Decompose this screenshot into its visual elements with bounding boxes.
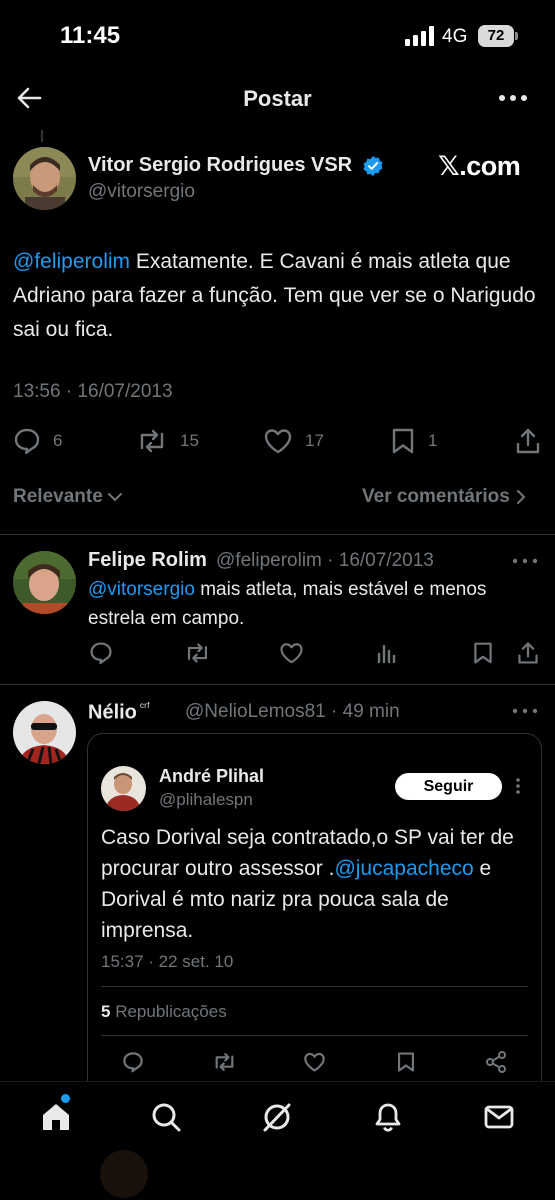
- messages-icon[interactable]: [483, 1101, 515, 1133]
- more-vertical-icon[interactable]: [515, 777, 521, 795]
- battery-icon: 72: [478, 25, 514, 47]
- heart-icon[interactable]: [303, 1051, 326, 1073]
- heart-icon: [263, 427, 293, 455]
- reply-count: 6: [53, 431, 63, 450]
- embedded-post-text: Caso Dorival seja contratado,o SP vai te…: [101, 822, 533, 946]
- reply-meta: @NelioLemos81 · 49 min: [185, 701, 400, 722]
- home-icon[interactable]: [40, 1101, 72, 1133]
- floating-avatar: [100, 1150, 148, 1198]
- more-options-icon[interactable]: [498, 86, 528, 110]
- author-superscript: ᶜʳᶠ: [139, 700, 150, 714]
- reply-author-name[interactable]: Felipe Rolim: [88, 549, 207, 572]
- more-options-icon[interactable]: [512, 706, 538, 716]
- verified-badge-icon: [362, 155, 384, 177]
- battery-tip: [515, 32, 518, 40]
- post-text: @feliperolim Exatamente. E Cavani é mais…: [13, 245, 543, 347]
- reply-text: @vitorsergio mais atleta, mais estável e…: [88, 575, 538, 633]
- bookmark-icon[interactable]: [396, 1051, 416, 1073]
- network-label: 4G: [442, 26, 468, 47]
- view-comments-label: Ver comentários: [362, 486, 510, 507]
- reply-author-name[interactable]: Nélio ᶜʳᶠ: [88, 700, 150, 725]
- search-icon[interactable]: [150, 1101, 182, 1133]
- reply-icon[interactable]: [89, 641, 113, 665]
- bookmark-icon[interactable]: [472, 641, 494, 665]
- grok-icon[interactable]: [261, 1101, 293, 1133]
- author-name[interactable]: Vitor Sergio Rodrigues VSR: [88, 154, 352, 177]
- notifications-icon[interactable]: [372, 1101, 404, 1133]
- chevron-down-icon: [107, 491, 123, 503]
- thread-connector: [41, 130, 43, 142]
- repost-icon[interactable]: [212, 1051, 237, 1073]
- post-timestamp: 13:56 · 16/07/2013: [13, 381, 173, 402]
- bookmark-button[interactable]: 1: [390, 427, 437, 455]
- view-comments-link[interactable]: Ver comentários: [362, 486, 526, 508]
- divider: [0, 684, 555, 685]
- page-title: Postar: [243, 86, 312, 111]
- reply-meta: @feliperolim · 16/07/2013: [216, 550, 434, 571]
- sort-dropdown[interactable]: Relevante: [13, 486, 123, 508]
- follow-button[interactable]: Seguir: [395, 773, 502, 800]
- sort-label: Relevante: [13, 486, 103, 507]
- avatar[interactable]: [13, 551, 76, 614]
- reply-button[interactable]: 6: [13, 427, 62, 455]
- author-handle[interactable]: @vitorsergio: [88, 181, 195, 203]
- embedded-author-name[interactable]: André Plihal: [159, 766, 264, 787]
- repost-stats-count: 5: [101, 1002, 111, 1021]
- repost-count: 15: [180, 431, 199, 450]
- divider: [101, 986, 528, 987]
- reply-author-name-text: Nélio: [88, 701, 137, 724]
- reply-icon[interactable]: [122, 1051, 144, 1073]
- source-logo: 𝕏.com: [438, 151, 521, 181]
- more-options-icon[interactable]: [512, 556, 538, 566]
- repost-button[interactable]: 15: [136, 427, 199, 455]
- avatar[interactable]: [13, 147, 76, 210]
- divider: [0, 1081, 555, 1082]
- mention-link[interactable]: @vitorsergio: [88, 579, 195, 600]
- like-count: 17: [305, 431, 324, 450]
- share-icon[interactable]: [514, 427, 542, 455]
- status-time: 11:45: [60, 22, 121, 49]
- divider: [0, 534, 555, 535]
- notification-dot: [61, 1094, 70, 1103]
- share-icon[interactable]: [516, 641, 540, 665]
- repost-stats[interactable]: 5 Republicações: [101, 1002, 227, 1022]
- reply-icon: [13, 427, 41, 455]
- tab-bar: [0, 1081, 555, 1200]
- embedded-timestamp: 15:37 · 22 set. 10: [101, 952, 234, 971]
- avatar[interactable]: [101, 766, 146, 811]
- bookmark-count: 1: [428, 431, 438, 450]
- share-network-icon[interactable]: [485, 1051, 507, 1073]
- repost-stats-label: Republicações: [115, 1002, 227, 1021]
- embedded-author-handle[interactable]: @plihalespn: [159, 790, 253, 810]
- avatar[interactable]: [13, 701, 76, 764]
- mention-link[interactable]: @feliperolim: [13, 250, 130, 273]
- mention-link[interactable]: @jucapacheco: [334, 857, 473, 880]
- chevron-right-icon: [516, 489, 526, 505]
- repost-icon[interactable]: [184, 641, 211, 665]
- signal-icon: [405, 26, 435, 46]
- bookmark-icon: [390, 427, 416, 455]
- divider: [101, 1035, 528, 1036]
- heart-icon[interactable]: [279, 641, 304, 665]
- repost-icon: [136, 427, 168, 455]
- like-button[interactable]: 17: [263, 427, 324, 455]
- views-icon[interactable]: [376, 642, 398, 664]
